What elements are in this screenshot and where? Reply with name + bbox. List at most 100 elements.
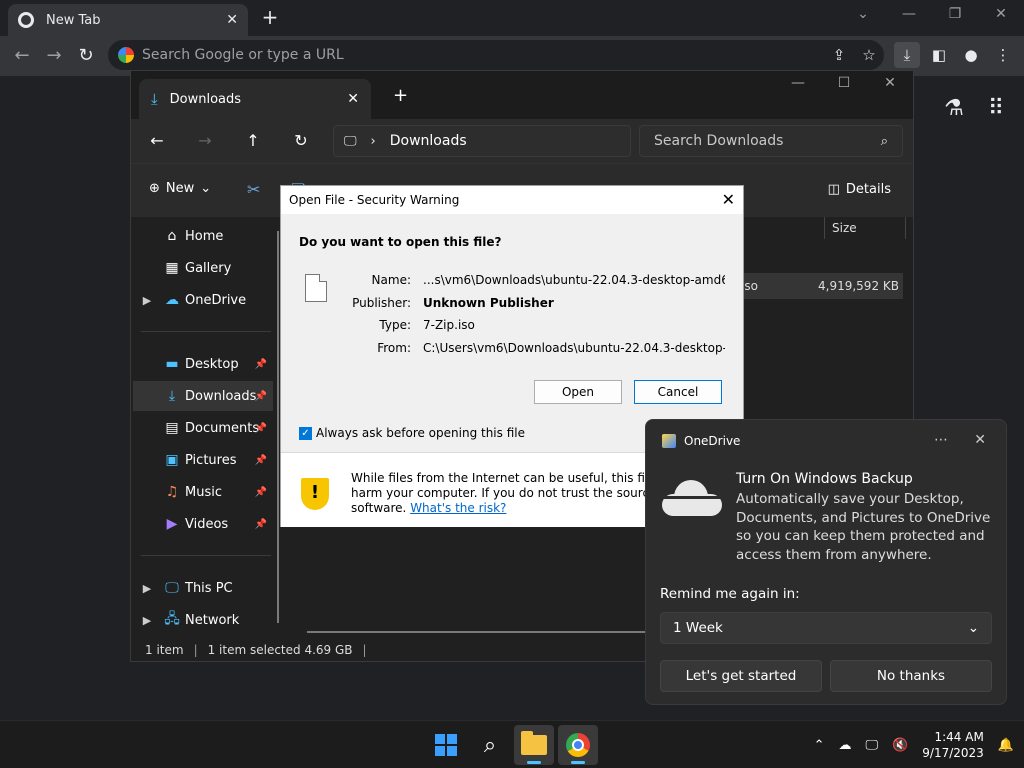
notification-bell-icon[interactable]: 🔔 — [998, 738, 1014, 753]
chevron-down-icon: ⌄ — [967, 620, 979, 636]
side-panel-icon[interactable]: ◧ — [926, 42, 952, 68]
expand-chevron-icon[interactable]: ▶ — [133, 294, 161, 307]
sidebar-item-home[interactable]: ⌂ Home — [133, 221, 273, 251]
onedrive-tray-icon[interactable]: ☁ — [839, 738, 852, 753]
share-icon[interactable]: ⇪ — [824, 46, 854, 64]
tab-search-icon[interactable]: ⌄ — [840, 0, 886, 32]
sidebar-item-onedrive[interactable]: ▶ ☁ OneDrive — [133, 285, 273, 315]
taskbar-chrome[interactable] — [558, 725, 598, 765]
refresh-icon[interactable]: ↻ — [291, 131, 311, 150]
table-row[interactable]: iso 4,919,592 KB — [737, 273, 903, 299]
sidebar-scrollbar[interactable] — [277, 231, 279, 623]
back-icon[interactable]: ← — [147, 131, 167, 150]
open-button[interactable]: Open — [534, 380, 622, 404]
reload-icon[interactable]: ↻ — [74, 44, 98, 68]
remind-label: Remind me again in: — [660, 586, 800, 602]
search-icon: ⌕ — [880, 133, 888, 149]
field-label: Type: — [379, 318, 411, 332]
warning-line: software. — [351, 501, 407, 515]
chrome-toolbar-actions: ⤓ ◧ ● ⋮ — [894, 42, 1016, 68]
get-started-button[interactable]: Let's get started — [660, 660, 822, 692]
close-tab-icon[interactable]: ✕ — [226, 12, 238, 28]
column-divider[interactable] — [824, 217, 825, 239]
labs-flask-icon[interactable]: ⚗ — [944, 96, 964, 121]
expand-chevron-icon[interactable]: ▶ — [133, 614, 161, 627]
maximize-icon[interactable]: ☐ — [821, 75, 867, 91]
taskbar-search-button[interactable]: ⌕ — [470, 725, 510, 765]
chrome-tab-new-tab[interactable]: New Tab ✕ — [8, 4, 248, 36]
whats-the-risk-link[interactable]: What's the risk? — [410, 501, 506, 515]
start-button[interactable] — [426, 725, 466, 765]
up-icon[interactable]: ↑ — [243, 131, 263, 150]
close-window-icon[interactable]: ✕ — [978, 0, 1024, 32]
sidebar-item-label: Home — [185, 228, 224, 244]
cloud-icon — [662, 480, 722, 516]
close-tab-icon[interactable]: ✕ — [347, 91, 359, 107]
sidebar-item-network[interactable]: ▶ 🖧 Network — [133, 605, 273, 635]
sidebar-item-documents[interactable]: ▤ Documents 📌 — [133, 413, 273, 443]
always-ask-checkbox[interactable]: ✓ Always ask before opening this file — [299, 426, 525, 440]
forward-icon[interactable]: → — [42, 44, 66, 68]
cut-icon[interactable]: ✂ — [247, 180, 260, 199]
field-value: 7-Zip.iso — [423, 318, 475, 332]
search-placeholder: Search Downloads — [654, 133, 784, 149]
taskbar-file-explorer[interactable] — [514, 725, 554, 765]
more-options-icon[interactable]: ⋯ — [934, 432, 948, 448]
sidebar-item-label: This PC — [185, 580, 233, 596]
apps-grid-icon[interactable]: ⠿ — [988, 96, 1004, 121]
checkbox-checked-icon[interactable]: ✓ — [299, 426, 312, 440]
network-icon: 🖧 — [164, 611, 180, 627]
computer-icon: 🖵 — [165, 580, 179, 596]
explorer-tab-downloads[interactable]: ⤓ Downloads ✕ — [139, 79, 371, 119]
profile-icon[interactable]: ● — [958, 42, 984, 68]
close-icon[interactable]: ✕ — [974, 432, 986, 448]
minimize-icon[interactable]: — — [886, 0, 932, 32]
horizontal-scrollbar[interactable] — [307, 631, 657, 633]
chrome-tab-icon — [18, 12, 34, 28]
remind-dropdown[interactable]: 1 Week ⌄ — [660, 612, 992, 644]
download-icon[interactable]: ⤓ — [894, 42, 920, 68]
sidebar-item-videos[interactable]: ▶ Videos 📌 — [133, 509, 273, 539]
sidebar-item-downloads[interactable]: ⤓ Downloads 📌 — [133, 381, 273, 411]
close-window-icon[interactable]: ✕ — [867, 75, 913, 91]
cancel-button[interactable]: Cancel — [634, 380, 722, 404]
no-thanks-button[interactable]: No thanks — [830, 660, 992, 692]
back-icon[interactable]: ← — [10, 44, 34, 68]
column-header-size[interactable]: Size — [832, 221, 857, 235]
file-size-cell: 4,919,592 KB — [818, 279, 899, 293]
address-bar[interactable]: 🖵 › Downloads — [333, 125, 631, 157]
new-button[interactable]: ⊕ New ⌄ — [149, 181, 211, 196]
sidebar-item-label: Network — [185, 612, 240, 628]
bookmark-star-icon[interactable]: ☆ — [854, 46, 884, 64]
volume-muted-icon[interactable]: 🔇 — [892, 738, 908, 753]
chevron-up-icon[interactable]: ⌃ — [814, 738, 825, 753]
pin-icon: 📌 — [254, 358, 267, 370]
sidebar-item-pictures[interactable]: ▣ Pictures 📌 — [133, 445, 273, 475]
sidebar-item-label: Gallery — [185, 260, 232, 276]
search-input[interactable]: Search Downloads ⌕ — [639, 125, 903, 157]
menu-kebab-icon[interactable]: ⋮ — [990, 42, 1016, 68]
sidebar-item-music[interactable]: ♫ Music 📌 — [133, 477, 273, 507]
expand-chevron-icon[interactable]: ▶ — [133, 582, 161, 595]
chevron-right-icon: › — [370, 133, 376, 149]
sidebar-item-this-pc[interactable]: ▶ 🖵 This PC — [133, 573, 273, 603]
warning-shield-icon: ! — [301, 478, 329, 510]
field-value: C:\Users\vm6\Downloads\ubuntu-22.04.3-de… — [423, 341, 725, 355]
explorer-titlebar: ⤓ Downloads ✕ + — ☐ ✕ — [131, 71, 913, 119]
network-tray-icon[interactable]: 🖵 — [866, 738, 879, 753]
minimize-icon[interactable]: — — [775, 75, 821, 91]
close-icon[interactable]: ✕ — [722, 190, 735, 209]
new-tab-button[interactable]: + — [260, 6, 280, 28]
details-button[interactable]: ◫ Details — [828, 182, 891, 197]
restore-icon[interactable]: ❐ — [932, 0, 978, 32]
sidebar-item-desktop[interactable]: ▬ Desktop 📌 — [133, 349, 273, 379]
explorer-new-tab-button[interactable]: + — [393, 85, 408, 106]
chrome-tab-title: New Tab — [46, 12, 101, 28]
notification-header: OneDrive — [662, 434, 740, 448]
sidebar-item-gallery[interactable]: ▦ Gallery — [133, 253, 273, 283]
column-divider[interactable] — [905, 217, 906, 239]
forward-icon[interactable]: → — [195, 131, 215, 150]
omnibox[interactable]: Search Google or type a URL ⇪ ☆ — [108, 40, 884, 70]
pin-icon: 📌 — [254, 486, 267, 498]
clock[interactable]: 1:44 AM 9/17/2023 — [922, 729, 984, 761]
